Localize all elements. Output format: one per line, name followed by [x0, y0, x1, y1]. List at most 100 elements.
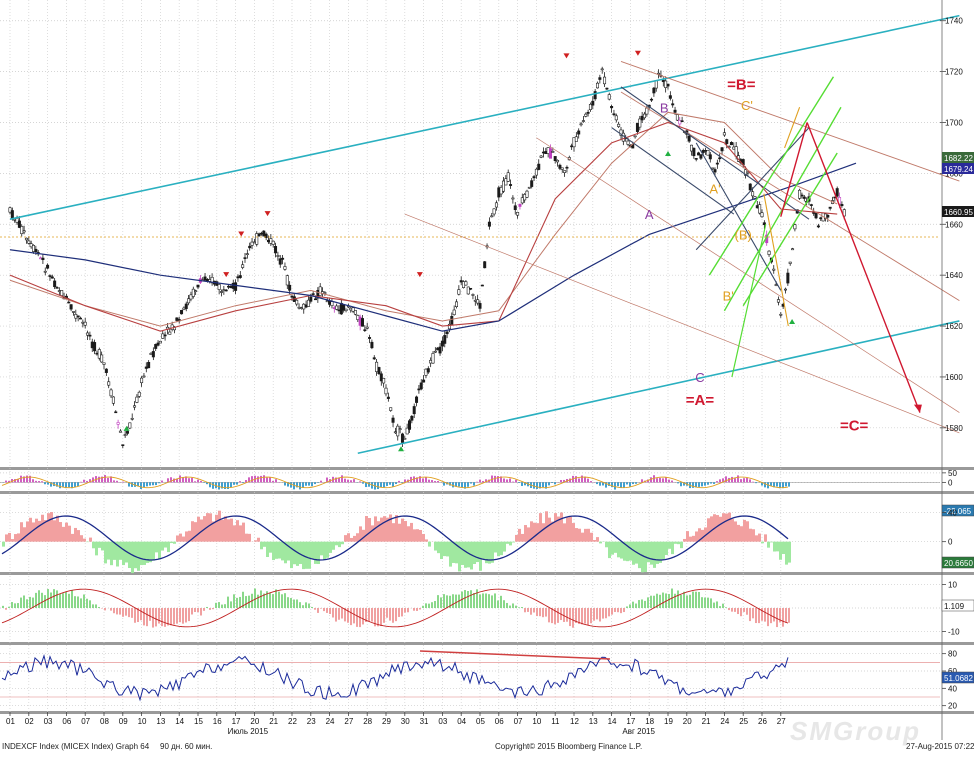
area-bar	[377, 521, 380, 541]
area-bar	[254, 540, 257, 541]
candle-body	[512, 198, 514, 199]
area-bar	[68, 526, 71, 542]
candle-body	[836, 189, 838, 197]
hist-bar	[44, 595, 46, 608]
area-bar	[104, 542, 107, 564]
area-bar	[170, 542, 173, 543]
area-bar	[527, 527, 530, 541]
hist-bar	[662, 593, 664, 608]
candle-body	[354, 310, 356, 314]
candle-body	[385, 388, 387, 394]
hist-bar	[260, 476, 262, 482]
wave-label: =B=	[727, 76, 756, 93]
candle-body	[667, 84, 669, 86]
hist-bar	[176, 608, 178, 624]
panel-tick-label: 20	[948, 702, 957, 711]
candle-body	[528, 187, 530, 188]
hist-bar	[584, 608, 586, 624]
candle-body	[206, 279, 208, 281]
date-tick-label: 19	[664, 717, 673, 726]
candle-body	[716, 163, 718, 164]
candle-body	[697, 153, 699, 155]
candle-body	[79, 318, 81, 319]
area-bar	[29, 518, 32, 542]
area-bar	[281, 542, 284, 561]
hist-bar	[476, 589, 478, 608]
hist-bar	[146, 482, 148, 486]
candle-body	[225, 290, 227, 291]
hist-bar	[623, 482, 625, 487]
hist-bar	[734, 478, 736, 482]
date-tick-label: 30	[401, 717, 410, 726]
hist-bar	[113, 608, 115, 613]
candle-body	[260, 233, 262, 234]
area-bar	[173, 542, 176, 544]
area-bar	[425, 539, 428, 541]
area-bar	[92, 542, 95, 549]
hist-bar	[284, 593, 286, 608]
area-bar	[554, 513, 557, 542]
hist-bar	[731, 477, 733, 482]
wave-label: A'	[709, 182, 720, 197]
hist-bar	[20, 598, 22, 608]
area-bar	[242, 523, 245, 542]
area-bar	[728, 513, 731, 542]
hist-bar	[461, 482, 463, 487]
hist-bar	[710, 482, 712, 483]
area-bar	[134, 542, 137, 569]
area-bar	[407, 526, 410, 541]
candle-body	[700, 155, 702, 159]
candle-body	[223, 290, 225, 291]
candle-body	[711, 168, 713, 169]
area-bar	[695, 531, 698, 541]
area-bar	[182, 537, 185, 542]
hist-bar	[68, 594, 70, 608]
hist-bar	[710, 598, 712, 608]
hist-bar	[515, 606, 517, 608]
price-tick-label: 1720	[945, 68, 963, 77]
area-bar	[257, 538, 260, 542]
hist-bar	[782, 608, 784, 627]
panel-value-tag-label: 51.0682	[944, 674, 973, 683]
hist-bar	[110, 608, 112, 611]
candle-body	[133, 406, 135, 407]
candle-body	[439, 347, 441, 353]
candle-body	[359, 317, 361, 325]
area-bar	[392, 523, 395, 542]
candle-body	[469, 288, 471, 289]
date-tick-label: 09	[119, 717, 128, 726]
hist-bar	[266, 478, 268, 483]
area-bar	[83, 539, 86, 542]
area-bar	[548, 518, 551, 542]
date-tick-label: 03	[44, 717, 53, 726]
hist-bar	[119, 608, 121, 615]
hist-bar	[98, 477, 100, 483]
candle-body	[185, 304, 187, 309]
area-bar	[119, 542, 122, 560]
date-tick-label: 23	[307, 717, 316, 726]
candle-body	[61, 290, 63, 295]
area-bar	[161, 542, 164, 551]
candle-body	[397, 426, 399, 436]
candle-body	[303, 304, 305, 309]
hist-bar	[536, 482, 538, 489]
candle-body	[636, 123, 638, 131]
candle-body	[300, 308, 302, 309]
candle-body	[509, 184, 511, 185]
candle-body	[30, 244, 32, 247]
area-bar	[155, 542, 158, 553]
candle-body	[21, 226, 23, 233]
candle-body	[129, 423, 131, 428]
hist-bar	[62, 593, 64, 608]
hist-bar	[317, 608, 319, 613]
area-bar	[71, 534, 74, 542]
area-bar	[50, 512, 53, 542]
candle-body	[234, 283, 236, 291]
candle-body	[702, 150, 704, 152]
candle-body	[169, 332, 171, 334]
hist-bar	[404, 608, 406, 613]
candle-body	[599, 78, 601, 80]
candle-body	[338, 310, 340, 311]
date-tick-label: 07	[81, 717, 90, 726]
panel-tick-label: -10	[948, 628, 960, 637]
